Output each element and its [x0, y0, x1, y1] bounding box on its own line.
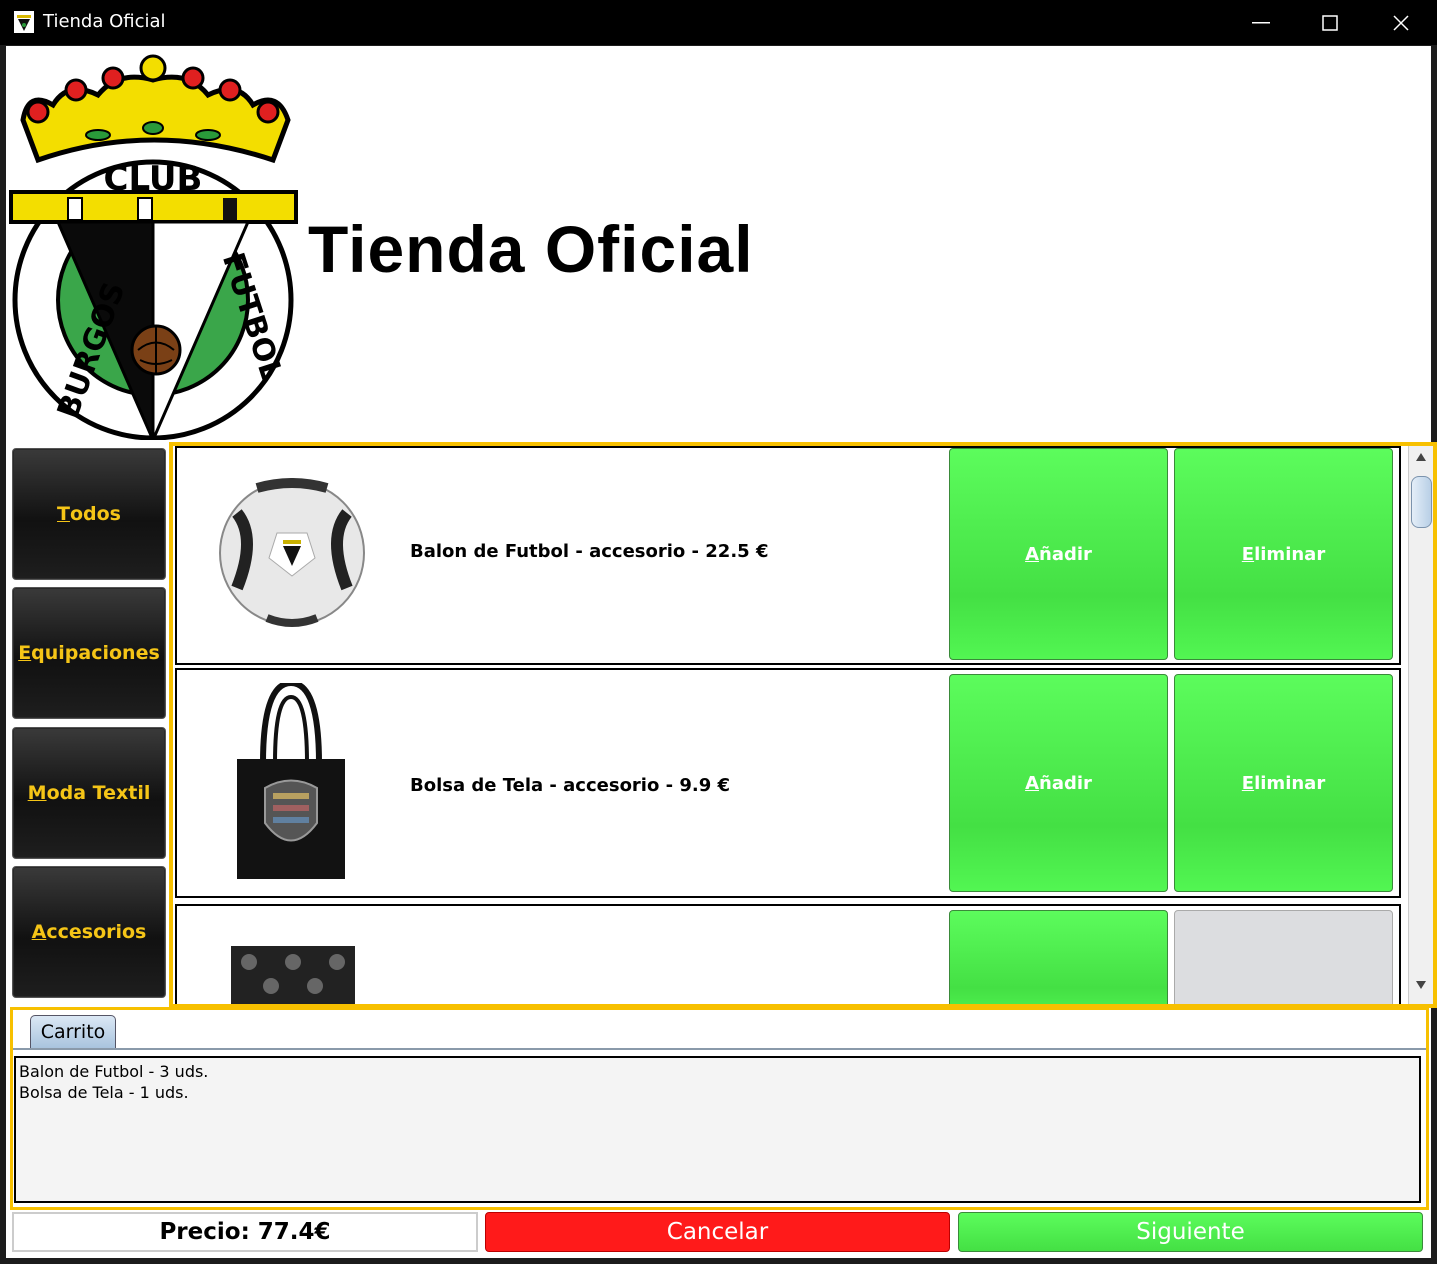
bag-image	[237, 683, 345, 879]
add-button[interactable]: Añadir	[949, 448, 1168, 660]
product-list[interactable]: Balon de Futbol - accesorio - 22.5 € Aña…	[169, 442, 1437, 1008]
close-icon	[1393, 14, 1409, 31]
cart-panel: Carrito Balon de Futbol - 3 uds. Bolsa d…	[10, 1007, 1429, 1210]
cancel-button[interactable]: Cancelar	[485, 1212, 950, 1252]
scroll-down-icon[interactable]	[1415, 980, 1427, 990]
product-name: Balon de Futbol - accesorio - 22.5 €	[410, 541, 769, 562]
window-title: Tienda Oficial	[43, 11, 166, 32]
category-accesorios-button[interactable]: Accesorios	[12, 866, 166, 998]
tab-carrito[interactable]: Carrito	[30, 1015, 116, 1048]
product-row: Balon de Futbol - accesorio - 22.5 € Aña…	[175, 446, 1401, 665]
svg-text:CLUB: CLUB	[104, 159, 203, 199]
cart-contents[interactable]: Balon de Futbol - 3 uds. Bolsa de Tela -…	[14, 1056, 1421, 1203]
cart-line: Balon de Futbol - 3 uds.	[19, 1062, 209, 1081]
category-todos-button[interactable]: Todos	[12, 448, 166, 580]
page-title: Tienda Oficial	[308, 212, 754, 286]
main-window: CLUB BURGOS FUTBOL Tienda Oficial Todos …	[6, 46, 1437, 1258]
category-moda-textil-button[interactable]: Moda Textil	[12, 727, 166, 859]
title-bar: Tienda Oficial	[0, 0, 1437, 45]
minimize-button[interactable]	[1226, 0, 1296, 45]
club-crest-logo: CLUB BURGOS FUTBOL	[9, 54, 298, 440]
remove-button[interactable]: Eliminar	[1174, 674, 1393, 892]
scarf-image	[231, 946, 355, 1004]
add-button[interactable]	[949, 910, 1168, 1004]
product-row: Bolsa de Tela - accesorio - 9.9 € Añadir…	[175, 668, 1401, 898]
category-equipaciones-button[interactable]: Equipaciones	[12, 587, 166, 719]
add-button[interactable]: Añadir	[949, 674, 1168, 892]
scroll-up-icon[interactable]	[1415, 452, 1427, 462]
remove-button[interactable]: Eliminar	[1174, 448, 1393, 660]
maximize-icon	[1322, 14, 1338, 31]
price-display: Precio: 77.4€	[12, 1212, 478, 1252]
remove-button[interactable]	[1174, 910, 1393, 1004]
tab-divider	[13, 1048, 1426, 1050]
app-icon	[14, 11, 34, 33]
vertical-scrollbar[interactable]	[1408, 446, 1433, 1004]
product-row	[175, 904, 1401, 1004]
maximize-button[interactable]	[1295, 0, 1365, 45]
ball-image	[219, 478, 365, 627]
cart-line: Bolsa de Tela - 1 uds.	[19, 1083, 189, 1102]
minimize-icon	[1252, 21, 1270, 23]
close-button[interactable]	[1366, 0, 1436, 45]
next-button[interactable]: Siguiente	[958, 1212, 1423, 1252]
scroll-thumb[interactable]	[1411, 476, 1432, 528]
product-name: Bolsa de Tela - accesorio - 9.9 €	[410, 775, 731, 796]
